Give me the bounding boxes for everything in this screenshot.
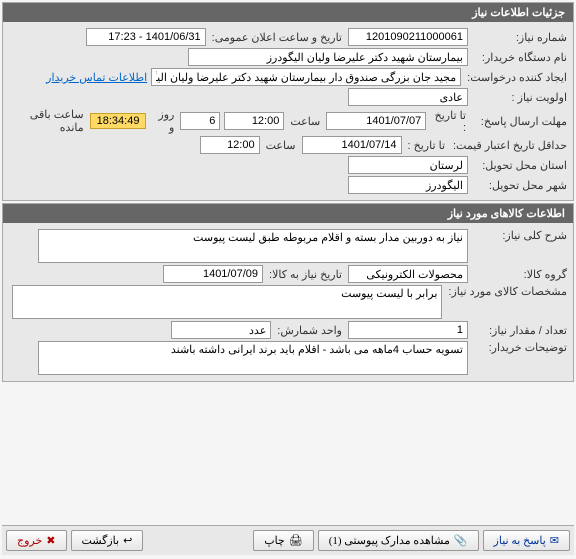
priority-field[interactable] — [348, 88, 468, 106]
buyer-org-label: نام دستگاه خریدار: — [472, 51, 567, 64]
buyer-contact-link[interactable]: اطلاعات تماس خریدار — [46, 71, 147, 84]
buyer-notes-label: توضیحات خریدار: — [472, 341, 567, 354]
need-details-panel: جزئیات اطلاعات نیاز شماره نیاز: تاریخ و … — [2, 2, 574, 201]
province-label: استان محل تحویل: — [472, 159, 567, 172]
panel1-title: جزئیات اطلاعات نیاز — [3, 3, 573, 22]
need-number-label: شماره نیاز: — [472, 31, 567, 44]
buyer-org-field[interactable] — [188, 48, 468, 66]
print-button[interactable]: 🖨 چاپ — [253, 530, 313, 551]
group-label: گروه کالا: — [472, 268, 567, 281]
unit-field[interactable] — [171, 321, 271, 339]
reply-time-field[interactable] — [224, 112, 284, 130]
days-and-label: روز و — [150, 108, 176, 134]
days-remaining-field[interactable] — [180, 112, 220, 130]
reply-date-field[interactable] — [326, 112, 426, 130]
exit-button[interactable]: ✖ خروج — [6, 530, 67, 551]
reply-icon: ✉ — [550, 534, 559, 547]
print-icon: 🖨 — [289, 534, 303, 547]
validity-time-field[interactable] — [200, 136, 260, 154]
time-label-1: ساعت — [288, 115, 322, 128]
creator-field[interactable] — [151, 68, 461, 86]
spec-field[interactable] — [12, 285, 442, 319]
need-date-label: تاریخ نیاز به کالا: — [267, 268, 344, 281]
to-date-label-2: تا تاریخ : — [406, 139, 447, 152]
validity-date-field[interactable] — [302, 136, 402, 154]
attachments-button-label: مشاهده مدارک پیوستی (1) — [329, 534, 450, 547]
exit-icon: ✖ — [46, 534, 55, 547]
spec-label: مشخصات کالای مورد نیاز: — [446, 285, 567, 298]
group-field[interactable] — [348, 265, 468, 283]
exit-button-label: خروج — [17, 534, 42, 547]
back-icon: ↩ — [123, 534, 132, 547]
need-date-field[interactable] — [163, 265, 263, 283]
footer-toolbar: ✉ پاسخ به نیاز 📎 مشاهده مدارک پیوستی (1)… — [2, 525, 574, 555]
time-label-2: ساعت — [264, 139, 298, 152]
reply-button[interactable]: ✉ پاسخ به نیاز — [483, 530, 570, 551]
buyer-notes-field[interactable] — [38, 341, 468, 375]
attachment-icon: 📎 — [454, 534, 468, 547]
reply-button-label: پاسخ به نیاز — [494, 534, 546, 547]
public-datetime-field[interactable] — [86, 28, 206, 46]
attachments-button[interactable]: 📎 مشاهده مدارک پیوستی (1) — [318, 530, 479, 551]
unit-label: واحد شمارش: — [275, 324, 344, 337]
print-button-label: چاپ — [264, 534, 285, 547]
panel2-title: اطلاعات کالاهای مورد نیاز — [3, 204, 573, 223]
time-remaining-suffix: ساعت باقی مانده — [9, 108, 86, 134]
back-button-label: بازگشت — [82, 534, 120, 547]
reply-deadline-label: مهلت ارسال پاسخ: — [472, 115, 567, 128]
qty-label: تعداد / مقدار نیاز: — [472, 324, 567, 337]
to-date-label-1: تا تاریخ : — [430, 109, 468, 134]
public-datetime-label: تاریخ و ساعت اعلان عمومی: — [210, 31, 344, 44]
validity-label: حداقل تاریخ اعتبار قیمت: — [451, 139, 567, 152]
city-field[interactable] — [348, 176, 468, 194]
desc-label: شرح کلی نیاز: — [472, 229, 567, 242]
qty-field[interactable] — [348, 321, 468, 339]
desc-field[interactable] — [38, 229, 468, 263]
need-number-field[interactable] — [348, 28, 468, 46]
goods-info-panel: اطلاعات کالاهای مورد نیاز شرح کلی نیاز: … — [2, 203, 574, 382]
time-remaining-badge: 18:34:49 — [90, 113, 147, 129]
creator-label: ایجاد کننده درخواست: — [465, 71, 567, 84]
back-button[interactable]: ↩ بازگشت — [71, 530, 144, 551]
city-label: شهر محل تحویل: — [472, 179, 567, 192]
priority-label: اولویت نیاز : — [472, 91, 567, 104]
province-field[interactable] — [348, 156, 468, 174]
